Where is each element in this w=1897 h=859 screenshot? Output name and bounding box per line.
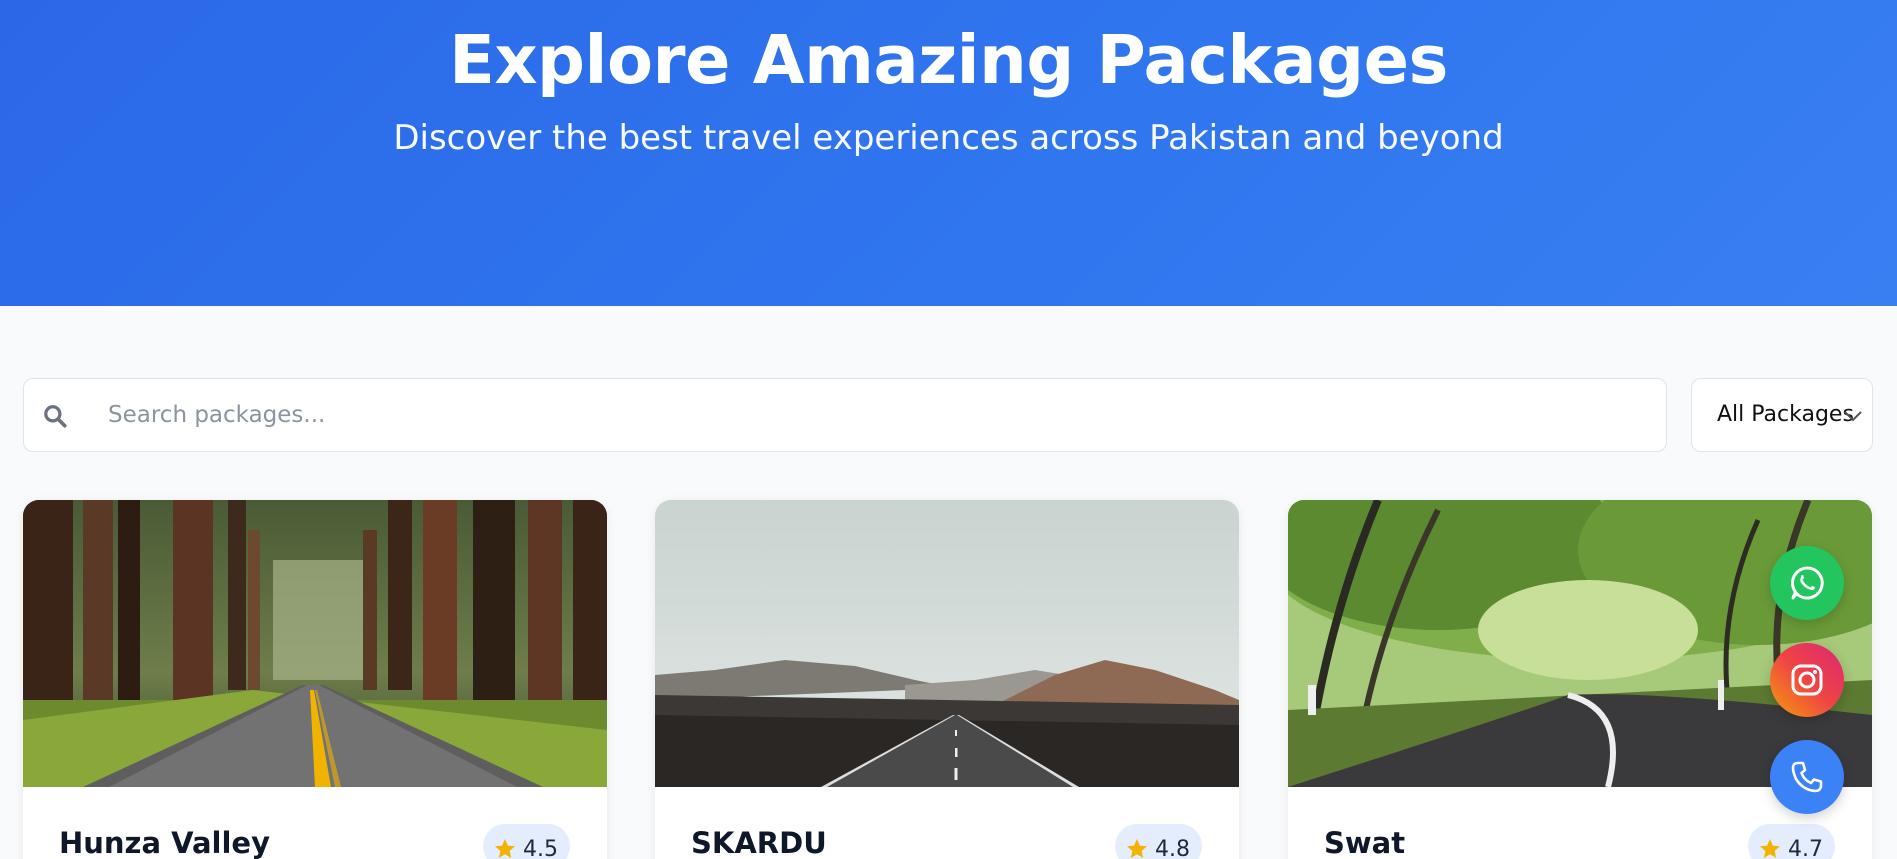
filter-selected-value: All Packages: [1717, 402, 1854, 427]
rating-value: 4.5: [523, 837, 558, 859]
page-subtitle: Discover the best travel experiences acr…: [393, 118, 1504, 158]
instagram-icon: [1791, 664, 1823, 696]
star-icon: [495, 839, 515, 858]
hero-banner: Explore Amazing Packages Discover the be…: [0, 0, 1897, 306]
star-icon: [1127, 839, 1147, 858]
rating-badge: 4.7: [1748, 824, 1835, 859]
search-icon: [44, 405, 67, 428]
page-title: Explore Amazing Packages: [449, 21, 1448, 99]
package-filter-select[interactable]: All Packages: [1691, 378, 1873, 452]
rating-value: 4.7: [1788, 837, 1823, 859]
search-input[interactable]: [84, 379, 1644, 451]
whatsapp-button[interactable]: [1770, 546, 1844, 620]
rating-value: 4.8: [1155, 837, 1190, 859]
package-title: Swat: [1324, 826, 1406, 859]
instagram-button[interactable]: [1770, 643, 1844, 717]
rating-badge: 4.8: [1115, 824, 1202, 859]
rating-badge: 4.5: [483, 824, 570, 859]
package-image: [23, 500, 607, 787]
package-card[interactable]: Hunza Valley 4.5: [23, 500, 607, 859]
package-image: [655, 500, 1239, 787]
whatsapp-icon: [1791, 566, 1824, 600]
search-bar: [23, 378, 1667, 452]
star-icon: [1760, 839, 1780, 858]
phone-button[interactable]: [1770, 740, 1844, 814]
chevron-down-icon: [1844, 411, 1862, 422]
package-title: SKARDU: [691, 826, 827, 859]
package-card[interactable]: SKARDU 4.8: [655, 500, 1239, 859]
package-image: [1288, 500, 1872, 787]
package-title: Hunza Valley: [59, 826, 270, 859]
phone-icon: [1791, 761, 1823, 793]
